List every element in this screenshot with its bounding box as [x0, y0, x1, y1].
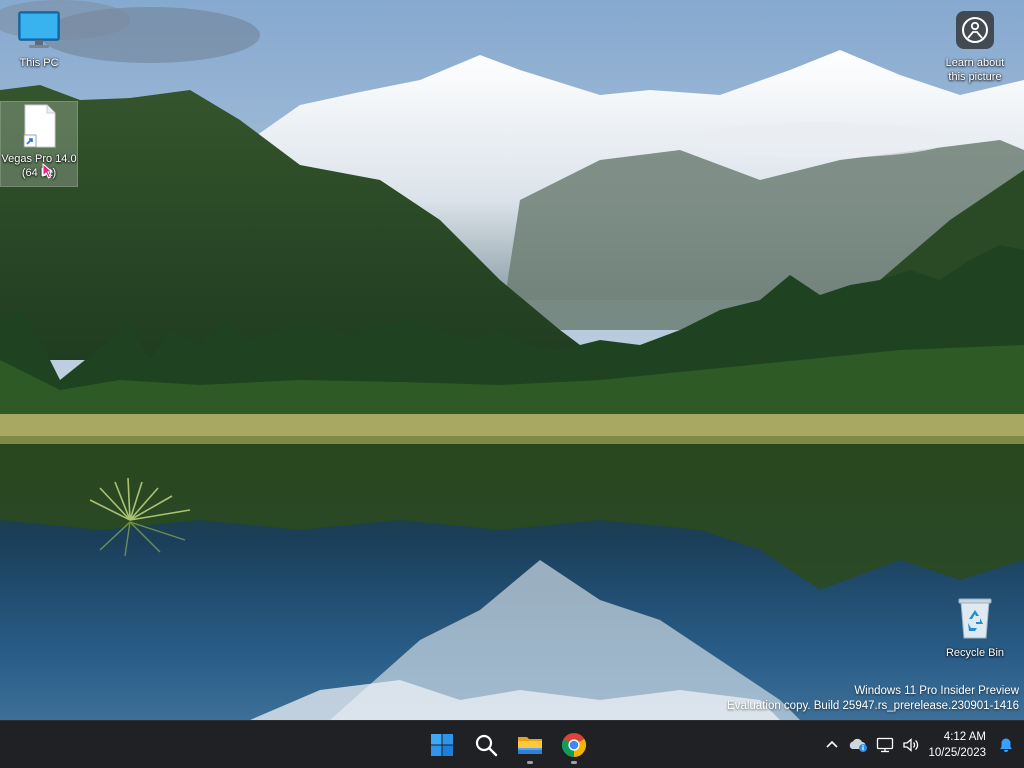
running-indicator: [527, 761, 533, 764]
show-hidden-icons-button[interactable]: [820, 729, 844, 761]
taskbar: 4:12 AM 10/25/2023: [0, 720, 1024, 768]
watermark-edition: Windows 11 Pro Insider Preview: [854, 685, 1019, 697]
file-explorer-button[interactable]: [510, 725, 550, 765]
camera-info-icon: [937, 10, 1013, 54]
chevron-up-icon: [826, 740, 839, 748]
chrome-icon: [561, 733, 587, 757]
taskbar-pinned-apps: [422, 721, 594, 768]
clock-time: 4:12 AM: [943, 731, 986, 743]
volume-button[interactable]: [898, 729, 924, 761]
volume-icon: [903, 738, 919, 752]
blank-file-shortcut-icon: [19, 102, 59, 150]
system-tray: 4:12 AM 10/25/2023: [820, 721, 1024, 768]
search-button[interactable]: [466, 725, 506, 765]
start-button[interactable]: [422, 725, 462, 765]
desktop-wallpaper: [0, 0, 1024, 720]
desktop-icon-label: Learn about this picture: [945, 57, 1005, 83]
desktop-icon-vegas-pro[interactable]: Vegas Pro 14.0 (64 bit): [0, 101, 78, 187]
desktop-icon-this-pc[interactable]: This PC: [1, 10, 77, 70]
desktop-icon-label: Recycle Bin: [945, 647, 1005, 659]
notifications-button[interactable]: [994, 729, 1024, 761]
recycle-bin-icon: [937, 596, 1013, 644]
search-icon: [475, 734, 498, 757]
running-indicator: [571, 761, 577, 764]
weather-info-icon: [850, 738, 868, 752]
bell-icon: [1000, 738, 1012, 752]
chrome-button[interactable]: [554, 725, 594, 765]
weather-button[interactable]: [844, 729, 872, 761]
clock-button[interactable]: 4:12 AM 10/25/2023: [924, 729, 994, 761]
desktop-icon-label: Vegas Pro 14.0 (64 bit): [1, 153, 77, 179]
watermark-build: Evaluation copy. Build 25947.rs_prerelea…: [727, 700, 1019, 712]
folder-icon: [518, 737, 542, 754]
mountain-lake-scene: [0, 0, 1024, 720]
clock-date: 10/25/2023: [928, 747, 986, 759]
desktop-icon-label: This PC: [19, 57, 59, 69]
mouse-pointer-icon: [42, 163, 54, 179]
windows-start-icon: [431, 734, 453, 756]
network-button[interactable]: [872, 729, 898, 761]
desktop-icon-learn-about-picture[interactable]: Learn about this picture: [937, 10, 1013, 84]
network-icon: [877, 737, 894, 753]
monitor-icon: [1, 10, 77, 54]
windows-evaluation-watermark: Windows 11 Pro Insider Preview Evaluatio…: [727, 684, 1019, 714]
desktop-icon-recycle-bin[interactable]: Recycle Bin: [937, 596, 1013, 660]
